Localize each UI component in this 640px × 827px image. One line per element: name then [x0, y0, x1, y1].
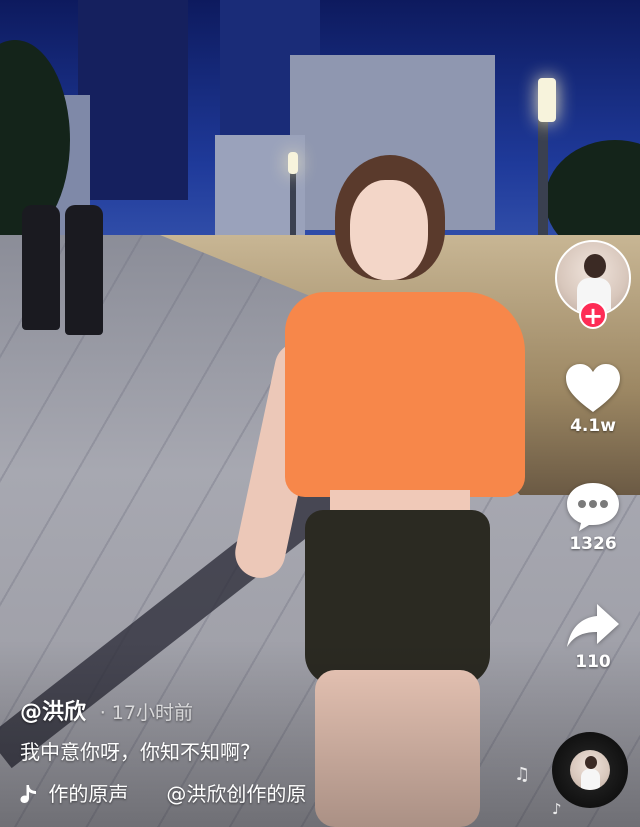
- building: [78, 0, 188, 200]
- street-lamp-pole: [290, 170, 296, 240]
- share-arrow-icon: [553, 602, 633, 650]
- comment-bubble-icon: [553, 480, 633, 532]
- like-button[interactable]: 4.1w: [553, 362, 633, 436]
- share-count: 110: [575, 652, 611, 672]
- plus-icon: +: [582, 302, 604, 330]
- street-lamp-light: [538, 78, 556, 122]
- author-handle[interactable]: @洪欣: [20, 700, 86, 725]
- floating-music-note-icon: ♪: [552, 800, 562, 818]
- street-lamp-light: [288, 152, 298, 174]
- background-pedestrian: [65, 205, 103, 335]
- author-avatar-group[interactable]: +: [555, 240, 631, 330]
- music-title-left: 作的原声: [48, 782, 129, 806]
- like-count: 4.1w: [570, 416, 616, 436]
- share-button[interactable]: 110: [553, 602, 633, 672]
- floating-music-note-icon: ♫: [514, 764, 531, 785]
- post-time-text: 17小时前: [111, 702, 193, 724]
- avatar-figure-head: [584, 254, 606, 278]
- music-note-icon: [20, 782, 42, 806]
- cover-figure-body: [581, 769, 600, 790]
- comment-count: 1326: [569, 534, 617, 554]
- dancer-orange-top: [285, 292, 525, 497]
- music-disc-button[interactable]: [552, 732, 628, 808]
- music-title-right: @洪欣创作的原: [166, 782, 307, 806]
- dancer-face: [350, 180, 428, 280]
- comment-button[interactable]: 1326: [553, 480, 633, 554]
- cover-figure-head: [585, 756, 597, 769]
- music-disc-cover: [570, 750, 610, 790]
- background-pedestrian: [22, 205, 60, 330]
- music-marquee[interactable]: 作的原声 @洪欣创作的原: [20, 778, 306, 807]
- author-line: @洪欣 · 17小时前: [20, 694, 193, 726]
- video-caption: 我中意你呀，你知不知啊?: [20, 740, 251, 764]
- heart-icon: [553, 362, 633, 414]
- post-time: · 17小时前: [99, 702, 193, 724]
- follow-button[interactable]: +: [579, 301, 607, 330]
